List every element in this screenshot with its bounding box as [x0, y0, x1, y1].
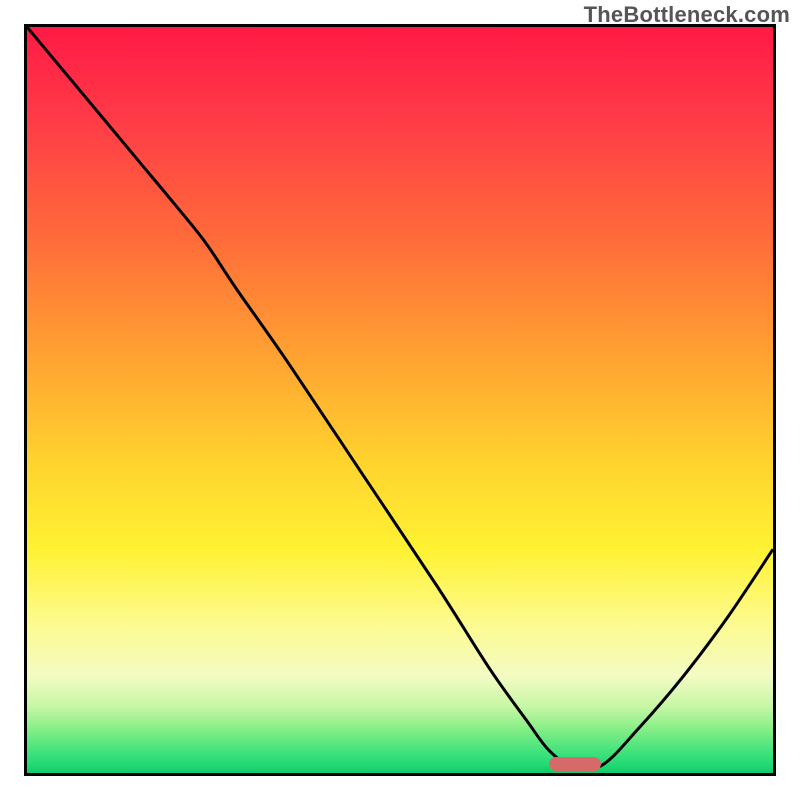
chart-frame: TheBottleneck.com: [0, 0, 800, 800]
bottleneck-curve: [27, 27, 773, 769]
highlight-marker: [549, 757, 601, 772]
curve-layer: [27, 27, 773, 773]
plot-area: [24, 24, 776, 776]
